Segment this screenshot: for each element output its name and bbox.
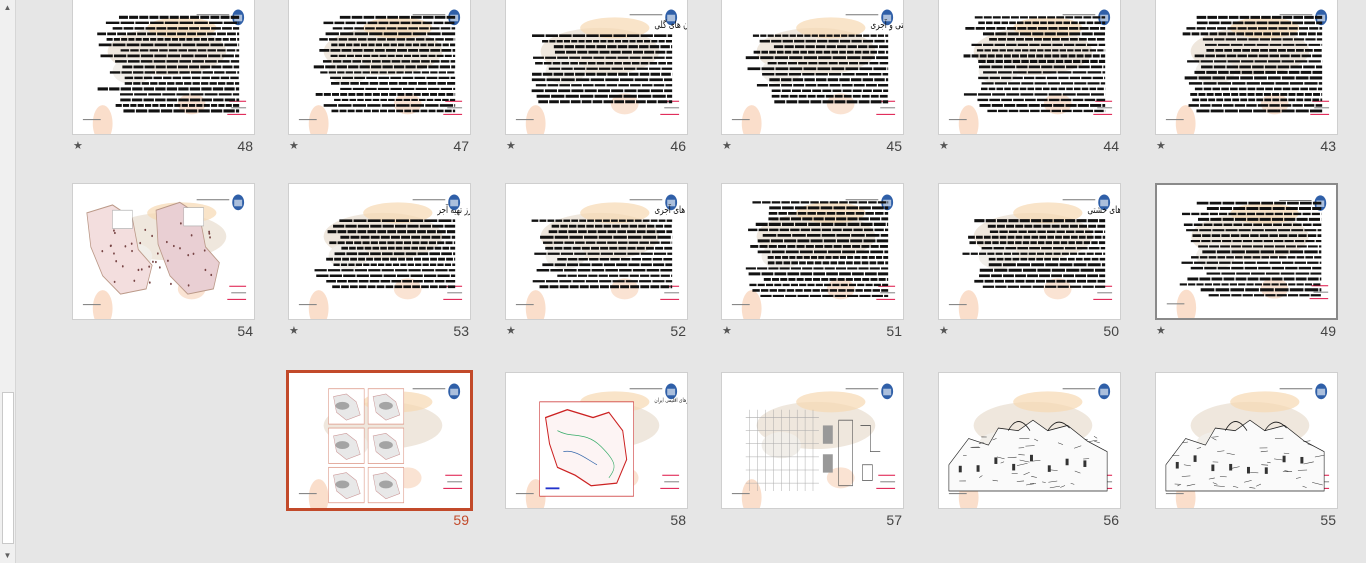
- slide-preview: [1165, 383, 1330, 508]
- slide-thumbnail[interactable]: ۱-۳-۷ ساختمان های گلی: [505, 0, 688, 135]
- slide-thumbnail[interactable]: [72, 183, 255, 320]
- vertical-scrollbar[interactable]: ▲ ▼: [0, 0, 16, 563]
- transition-star-icon[interactable]: ★: [73, 139, 83, 152]
- slide-thumbnail[interactable]: ۳-۷ ساختمان های گلی، خشتی و آجری: [721, 0, 904, 135]
- slide-preview: [948, 383, 1113, 508]
- transition-star-icon[interactable]: ★: [1156, 139, 1166, 152]
- slide-preview: [1165, 9, 1330, 134]
- slide-thumbnail[interactable]: [286, 370, 473, 511]
- transition-star-icon[interactable]: ★: [506, 324, 516, 337]
- slide-thumbnail[interactable]: [288, 0, 471, 135]
- slide-number: 46: [670, 138, 686, 154]
- slide-title: ۳-۷ ساختمان های گلی، خشتی و آجری: [870, 18, 903, 32]
- slide-title: ۴-۳-۷ طرز تهیه آجر: [437, 203, 470, 217]
- transition-star-icon[interactable]: ★: [722, 139, 732, 152]
- slide-number: 52: [670, 323, 686, 339]
- slide-preview: ۳-۷ ساختمان های گلی، خشتی و آجری: [731, 9, 903, 134]
- slide-thumbnail[interactable]: [72, 0, 255, 135]
- transition-star-icon[interactable]: ★: [722, 324, 732, 337]
- slide-number: 59: [453, 512, 469, 528]
- slide-thumbnail[interactable]: [938, 0, 1121, 135]
- transition-star-icon[interactable]: ★: [1156, 324, 1166, 337]
- slide-preview: [948, 9, 1113, 134]
- slide-preview: ۳-۳-۷ ساختمان های آجری: [515, 194, 687, 319]
- slide-preview: [731, 194, 896, 319]
- slide-number: 51: [886, 323, 902, 339]
- slide-number: 43: [1320, 138, 1336, 154]
- slide-thumbnail[interactable]: ۴-۳-۷ طرز تهیه آجر: [288, 183, 471, 320]
- slide-thumbnail[interactable]: [721, 183, 904, 320]
- slide-number: 47: [453, 138, 469, 154]
- slide-number: 53: [453, 323, 469, 339]
- slide-thumbnail[interactable]: [1155, 183, 1338, 320]
- slide-number: 48: [237, 138, 253, 154]
- slide-number: 56: [1103, 512, 1119, 528]
- slide-thumbnail[interactable]: [938, 372, 1121, 509]
- slide-number: 55: [1320, 512, 1336, 528]
- slide-thumbnail[interactable]: نقشه ۲ | مرزهای اقلیمی ایران: [505, 372, 688, 509]
- slide-number: 50: [1103, 323, 1119, 339]
- slide-thumbnail[interactable]: ۲-۳-۷ ساختمان های خشتی: [938, 183, 1121, 320]
- slide-thumbnail[interactable]: [721, 372, 904, 509]
- slide-title: ۱-۳-۷ ساختمان های گلی: [654, 19, 687, 31]
- slide-preview: نقشه ۲ | مرزهای اقلیمی ایران: [515, 383, 687, 508]
- slide-number: 44: [1103, 138, 1119, 154]
- transition-star-icon[interactable]: ★: [939, 139, 949, 152]
- scroll-thumb[interactable]: [2, 392, 14, 544]
- transition-star-icon[interactable]: ★: [939, 324, 949, 337]
- slide-thumbnail[interactable]: [1155, 372, 1338, 509]
- slide-title: ۳-۳-۷ ساختمان های آجری: [654, 203, 687, 217]
- slide-number: 57: [886, 512, 902, 528]
- slide-preview: [298, 383, 463, 508]
- scroll-down-arrow-icon[interactable]: ▼: [2, 550, 13, 561]
- slide-thumbnail[interactable]: ۳-۳-۷ ساختمان های آجری: [505, 183, 688, 320]
- slide-preview: [82, 194, 247, 319]
- transition-star-icon[interactable]: ★: [506, 139, 516, 152]
- slide-number: 45: [886, 138, 902, 154]
- slide-preview: [1166, 195, 1329, 318]
- transition-star-icon[interactable]: ★: [289, 324, 299, 337]
- scroll-up-arrow-icon[interactable]: ▲: [2, 2, 13, 13]
- slide-number: 54: [237, 323, 253, 339]
- slide-title: ۲-۳-۷ ساختمان های خشتی: [1087, 205, 1120, 216]
- slide-preview: ۴-۳-۷ طرز تهیه آجر: [298, 194, 470, 319]
- slide-number: 58: [670, 512, 686, 528]
- slide-preview: [298, 9, 463, 134]
- transition-star-icon[interactable]: ★: [289, 139, 299, 152]
- slide-preview: [82, 9, 247, 134]
- slide-thumbnail[interactable]: [1155, 0, 1338, 135]
- slide-preview: ۱-۳-۷ ساختمان های گلی: [515, 9, 687, 134]
- slide-title: نقشه ۲ | مرزهای اقلیمی ایران: [654, 397, 687, 404]
- slide-preview: ۲-۳-۷ ساختمان های خشتی: [948, 194, 1120, 319]
- slide-number: 49: [1320, 323, 1336, 339]
- slide-preview: [731, 383, 896, 508]
